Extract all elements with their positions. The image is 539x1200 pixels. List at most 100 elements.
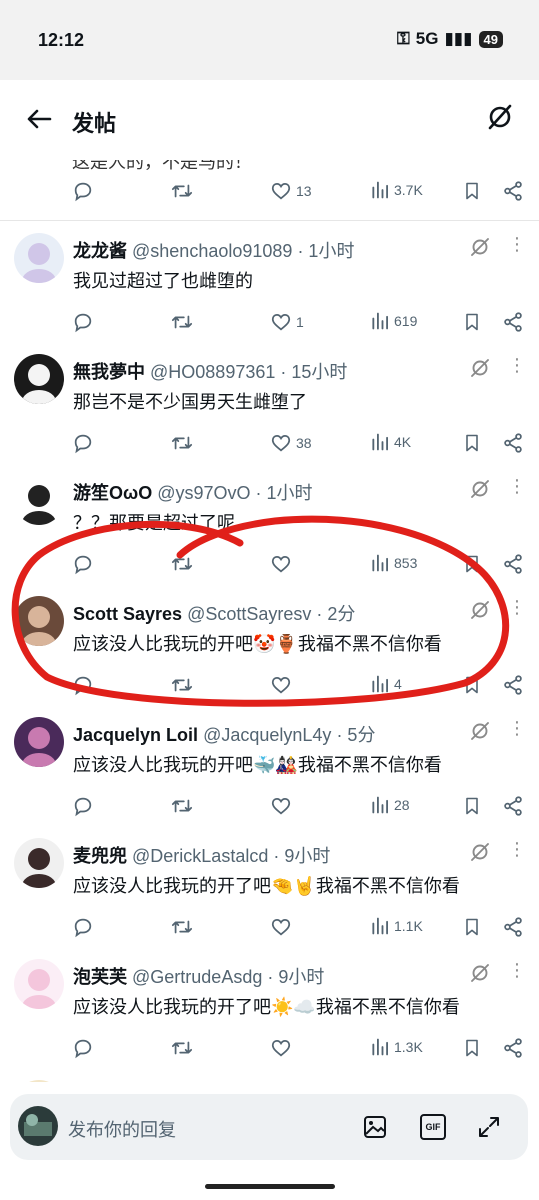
like-button[interactable]: 38 [270, 432, 312, 454]
views-button[interactable]: 28 [370, 795, 410, 815]
views-button[interactable]: 3.7K [370, 180, 423, 200]
user-handle[interactable]: @DerickLastalcd [132, 846, 268, 866]
like-button[interactable]: 1 [270, 311, 304, 333]
share-button[interactable] [502, 311, 524, 333]
like-button[interactable] [270, 1037, 296, 1059]
tweet-5[interactable]: Jacquelyn Loil @JacquelynL4y · 5分 ⋮ 应该没人比我… [0, 705, 539, 827]
views-button[interactable]: 4K [370, 432, 411, 452]
reply-button[interactable] [72, 916, 94, 938]
reply-button[interactable] [72, 553, 94, 575]
repost-button[interactable] [170, 180, 194, 202]
share-button[interactable] [502, 1037, 524, 1059]
bookmark-button[interactable] [462, 553, 482, 575]
user-handle[interactable]: @ScottSayresv [187, 604, 311, 624]
grok-icon[interactable] [485, 102, 515, 132]
expand-icon[interactable] [476, 1114, 502, 1140]
views-button[interactable]: 619 [370, 311, 417, 331]
share-button[interactable] [502, 553, 524, 575]
views-button[interactable]: 4 [370, 674, 402, 694]
tweet-2[interactable]: 無我夢中 @HO08897361 · 15小时 ⋮ 那岂不是不少国男天生雌堕了 38 4… [0, 342, 539, 464]
views-button[interactable]: 853 [370, 553, 417, 573]
avatar[interactable] [14, 717, 64, 767]
grok-button[interactable] [469, 720, 491, 742]
like-button[interactable] [270, 674, 296, 696]
more-options-button[interactable]: ⋮ [508, 840, 526, 858]
bookmark-button[interactable] [462, 180, 482, 202]
tweet-3[interactable]: 游笙OωO @ys97OvO · 1小时 ⋮ ？？那要是超过了呢 853 [0, 463, 539, 585]
share-button[interactable] [502, 916, 524, 938]
display-name[interactable]: 泡芙芙 [73, 967, 127, 987]
tweet-1[interactable]: 龙龙酱 @shenchaolo91089 · 1小时 ⋮ 我见过超过了也雌堕的 1 61… [0, 221, 539, 343]
grok-button[interactable] [469, 478, 491, 500]
bookmark-icon [466, 555, 478, 573]
avatar[interactable] [14, 838, 64, 888]
repost-button[interactable] [170, 795, 194, 817]
reply-button[interactable] [72, 1037, 94, 1059]
image-icon[interactable] [362, 1114, 388, 1140]
more-options-button[interactable]: ⋮ [508, 235, 526, 253]
tweet-7[interactable]: 泡芙芙 @GertrudeAsdg · 9小时 ⋮ 应该没人比我玩的开了吧☀️☁️我… [0, 947, 539, 1069]
reply-button[interactable] [72, 674, 94, 696]
bookmark-button[interactable] [462, 432, 482, 454]
repost-button[interactable] [170, 1037, 194, 1059]
avatar[interactable] [14, 233, 64, 283]
more-options-button[interactable]: ⋮ [508, 477, 526, 495]
views-button[interactable]: 1.1K [370, 916, 423, 936]
heart-icon [271, 797, 291, 815]
reply-button[interactable] [72, 311, 94, 333]
share-button[interactable] [502, 180, 524, 202]
avatar[interactable] [14, 596, 64, 646]
views-button[interactable]: 1.3K [370, 1037, 423, 1057]
more-options-button[interactable]: ⋮ [508, 961, 526, 979]
back-arrow-icon[interactable] [24, 104, 54, 134]
reply-button[interactable] [72, 795, 94, 817]
grok-button[interactable] [469, 599, 491, 621]
share-button[interactable] [502, 674, 524, 696]
more-options-button[interactable]: ⋮ [508, 598, 526, 616]
grok-button[interactable] [469, 357, 491, 379]
gif-button[interactable]: GIF [420, 1114, 446, 1140]
tweet-6[interactable]: 麦兜兜 @DerickLastalcd · 9小时 ⋮ 应该没人比我玩的开了吧🤏🤘我… [0, 826, 539, 948]
user-handle[interactable]: @HO08897361 [150, 362, 275, 382]
tweet-4[interactable]: Scott Sayres @ScottSayresv · 2分 ⋮ 应该没人比我玩的… [0, 584, 539, 706]
display-name[interactable]: Jacquelyn Loil [73, 725, 198, 745]
bookmark-button[interactable] [462, 916, 482, 938]
grok-button[interactable] [469, 841, 491, 863]
avatar[interactable] [14, 959, 64, 1009]
display-name[interactable]: 麦兜兜 [73, 846, 127, 866]
repost-button[interactable] [170, 916, 194, 938]
avatar[interactable] [14, 354, 64, 404]
like-button[interactable]: 13 [270, 180, 312, 202]
bookmark-button[interactable] [462, 1037, 482, 1059]
reply-input-box[interactable]: 发布你的回复 GIF [10, 1094, 528, 1160]
share-button[interactable] [502, 795, 524, 817]
display-name[interactable]: 無我夢中 [73, 362, 145, 382]
grok-button[interactable] [469, 236, 491, 258]
user-handle[interactable]: @GertrudeAsdg [132, 967, 262, 987]
user-handle[interactable]: @shenchaolo91089 [132, 241, 292, 261]
bookmark-button[interactable] [462, 795, 482, 817]
like-button[interactable] [270, 795, 296, 817]
user-handle[interactable]: @ys97OvO [157, 483, 250, 503]
user-handle[interactable]: @JacquelynL4y [203, 725, 331, 745]
reply-button[interactable] [72, 180, 94, 202]
more-options-button[interactable]: ⋮ [508, 719, 526, 737]
repost-button[interactable] [170, 553, 194, 575]
repost-button[interactable] [170, 311, 194, 333]
cut-tweet[interactable]: 这是人的，不是马的！ 13 3.7K [0, 160, 539, 221]
display-name[interactable]: 龙龙酱 [73, 241, 127, 261]
share-button[interactable] [502, 432, 524, 454]
reply-button[interactable] [72, 432, 94, 454]
repost-button[interactable] [170, 674, 194, 696]
like-button[interactable] [270, 916, 296, 938]
more-options-button[interactable]: ⋮ [508, 356, 526, 374]
grok-button[interactable] [469, 962, 491, 984]
avatar[interactable] [14, 475, 64, 525]
repost-button[interactable] [170, 432, 194, 454]
display-name[interactable]: 游笙OωO [73, 483, 152, 503]
display-name[interactable]: Scott Sayres [73, 604, 182, 624]
share-icon [504, 181, 522, 201]
like-button[interactable] [270, 553, 296, 575]
bookmark-button[interactable] [462, 311, 482, 333]
bookmark-button[interactable] [462, 674, 482, 696]
